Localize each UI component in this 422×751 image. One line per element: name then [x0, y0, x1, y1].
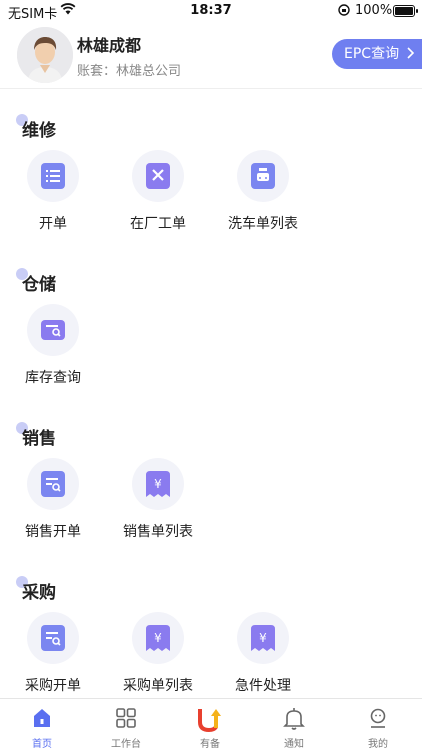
- document-search-icon: [41, 625, 65, 651]
- tools-icon: [146, 163, 170, 189]
- user-name: 林雄成都: [77, 36, 142, 55]
- youbei-logo-icon: [198, 709, 221, 733]
- section-title: 仓储: [16, 268, 56, 295]
- wallet-search-icon: [41, 320, 65, 340]
- chevron-right-icon: [404, 46, 415, 62]
- account-label: 账套：林雄总公司: [77, 64, 182, 79]
- svg-text:¥: ¥: [154, 631, 162, 645]
- profile-header: 林雄成都 账套：林雄总公司 EPC查询: [0, 22, 422, 89]
- yuan-document-icon: ¥: [251, 625, 275, 651]
- section-title: 采购: [16, 576, 56, 603]
- menu-item-purchase-list[interactable]: ¥ 采购单列表: [108, 612, 208, 695]
- document-search-icon: [41, 471, 65, 497]
- menu-item-purchase-order[interactable]: 采购开单: [3, 612, 103, 695]
- battery-icon: [393, 5, 418, 17]
- tab-workbench[interactable]: 工作台: [84, 699, 168, 750]
- yuan-document-icon: ¥: [146, 625, 170, 651]
- status-bar: 无SIM卡 18:37 100%: [0, 0, 422, 22]
- avatar[interactable]: [17, 27, 73, 83]
- grid-icon: [116, 708, 136, 728]
- svg-text:¥: ¥: [154, 477, 162, 491]
- rotation-lock-icon: [338, 4, 350, 20]
- menu-item-car-wash-list[interactable]: 洗车单列表: [213, 150, 313, 233]
- menu-item-inventory-query[interactable]: 库存查询: [3, 304, 103, 387]
- battery-percent: 100%: [355, 3, 393, 18]
- menu-item-sales-order[interactable]: 销售开单: [3, 458, 103, 541]
- section-title: 销售: [16, 422, 56, 449]
- home-icon: [34, 709, 50, 727]
- section-title: 维修: [16, 114, 56, 141]
- yuan-document-icon: ¥: [146, 471, 170, 497]
- menu-item-sales-list[interactable]: ¥ 销售单列表: [108, 458, 208, 541]
- menu-item-urgent-handling[interactable]: ¥ 急件处理: [213, 612, 313, 695]
- epc-query-button[interactable]: EPC查询: [332, 39, 422, 69]
- bell-icon: [283, 708, 305, 730]
- tab-bar: 首页 工作台 有备 通知 我的: [0, 698, 422, 751]
- tab-home[interactable]: 首页: [0, 699, 84, 750]
- svg-text:¥: ¥: [259, 631, 267, 645]
- menu-item-open-order[interactable]: 开单: [3, 150, 103, 233]
- tab-mine[interactable]: 我的: [336, 699, 420, 750]
- menu-item-in-factory-order[interactable]: 在厂工单: [108, 150, 208, 233]
- epc-button-label: EPC查询: [344, 46, 400, 62]
- car-wash-icon: [251, 163, 275, 189]
- tab-youbei[interactable]: 有备: [168, 699, 252, 750]
- user-icon: [370, 708, 386, 728]
- document-list-icon: [41, 163, 65, 189]
- tab-notifications[interactable]: 通知: [252, 699, 336, 750]
